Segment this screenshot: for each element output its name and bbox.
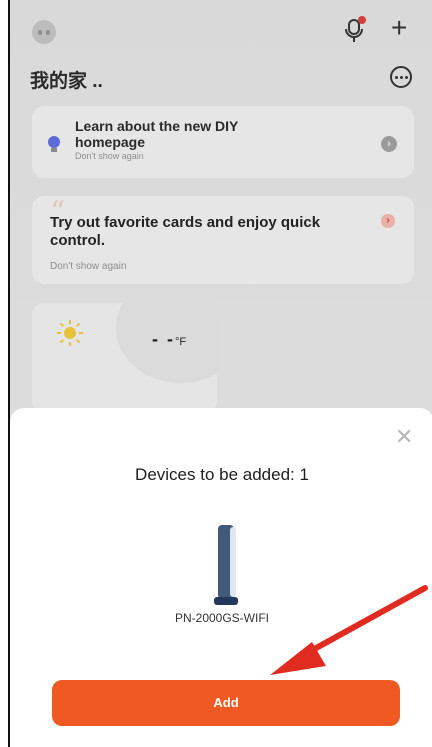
temperature-unit: °F [175, 336, 187, 348]
chevron-right-icon[interactable]: › [381, 136, 397, 152]
chevron-right-icon[interactable]: › [381, 214, 395, 228]
weather-card[interactable]: - -°F [32, 303, 217, 413]
sun-icon [57, 320, 83, 346]
dont-show-again-link[interactable]: Don't show again [50, 261, 126, 272]
app-screen: + 我的家 .. Learn about the new DIY homepag… [8, 0, 432, 747]
plus-icon[interactable]: + [391, 14, 407, 42]
dont-show-again-link[interactable]: Don't show again [75, 151, 144, 161]
close-icon[interactable]: ✕ [395, 426, 413, 448]
top-bar: + [10, 0, 432, 60]
sheet-title: Devices to be added: 1 [135, 465, 309, 484]
favorite-cards-card[interactable]: “ Try out favorite cards and enjoy quick… [32, 196, 414, 284]
robot-avatar-icon[interactable] [32, 20, 56, 44]
home-title[interactable]: 我的家 .. [30, 66, 103, 93]
device-name: PN-2000GS-WIFI [174, 611, 270, 625]
more-options-icon[interactable] [390, 66, 412, 88]
card-title: Learn about the new DIY homepage [75, 118, 239, 150]
lightbulb-icon [48, 136, 60, 152]
add-button[interactable]: Add [52, 680, 400, 726]
device-image [214, 525, 238, 605]
microphone-icon[interactable] [344, 16, 366, 44]
add-device-sheet: ✕ Devices to be added: 1 PN-2000GS-WIFI … [10, 408, 432, 747]
diy-homepage-card[interactable]: Learn about the new DIY homepage Don't s… [32, 106, 414, 178]
card-title: Try out favorite cards and enjoy quick c… [50, 214, 321, 249]
temperature-value: - -°F [152, 329, 187, 349]
